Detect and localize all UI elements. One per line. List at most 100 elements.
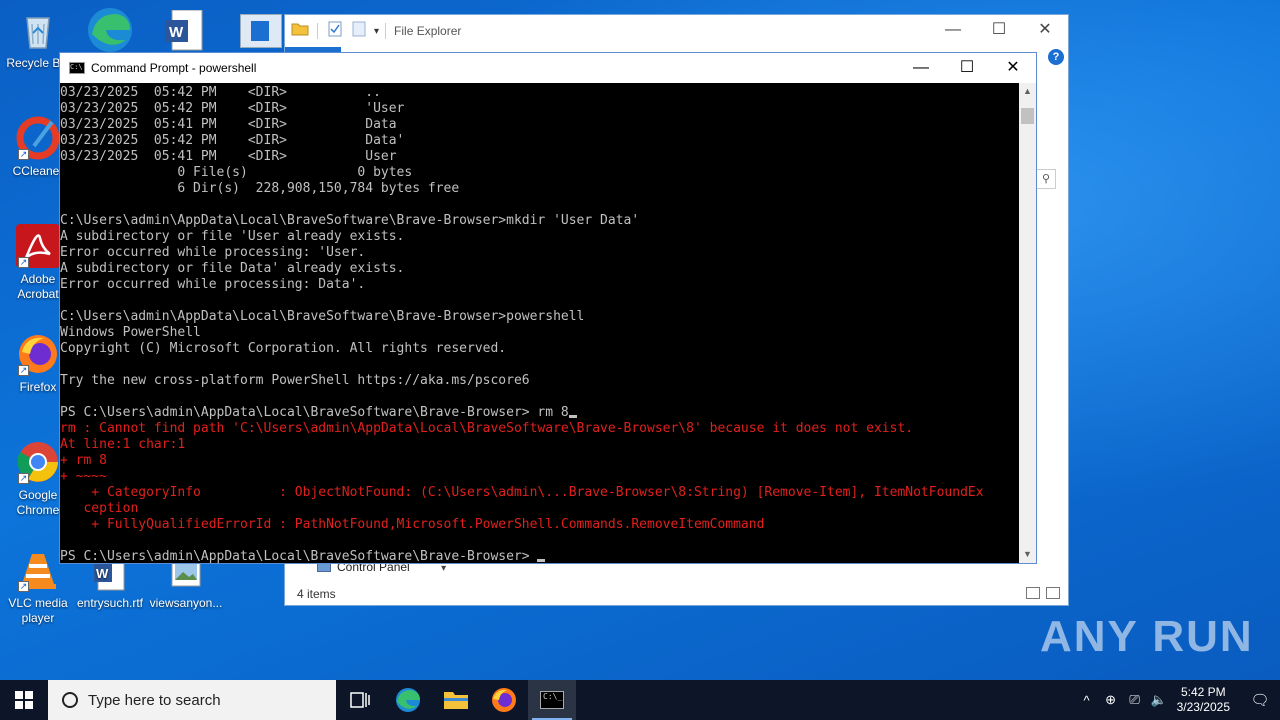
- adobe-acrobat-icon: ↗: [16, 224, 60, 268]
- word-desktop-icon[interactable]: W: [164, 9, 204, 52]
- cmd-minimize-button[interactable]: —: [898, 53, 944, 83]
- desktop-icon-label: entrysuch.rtf: [76, 596, 144, 610]
- console-line-text: PS C:\Users\admin\AppData\Local\BraveSof…: [60, 405, 569, 420]
- chevron-down-icon[interactable]: ▾: [441, 563, 446, 574]
- large-icons-view-icon[interactable]: [1046, 587, 1060, 599]
- console-line: ception: [60, 501, 1020, 517]
- console-line: At line:1 char:1: [60, 437, 1020, 453]
- cmd-title: Command Prompt - powershell: [91, 61, 257, 75]
- console-line-text: PS C:\Users\admin\AppData\Local\BraveSof…: [60, 549, 538, 563]
- start-button[interactable]: [0, 680, 48, 720]
- command-prompt-window[interactable]: C:\ Command Prompt - powershell — ☐ ✕ 03…: [59, 52, 1037, 564]
- console-line-text: Error occurred while processing: Data'.: [60, 277, 366, 292]
- firefox-icon: [492, 688, 516, 712]
- vertical-scrollbar[interactable]: ▲ ▼: [1019, 83, 1036, 563]
- console-line: + ~~~~: [60, 469, 1020, 485]
- console-line: Windows PowerShell: [60, 325, 1020, 341]
- console-line-text: A subdirectory or file Data' already exi…: [60, 261, 405, 276]
- clock[interactable]: 5:42 PM 3/23/2025: [1177, 685, 1230, 715]
- console-line: rm : Cannot find path 'C:\Users\admin\Ap…: [60, 421, 1020, 437]
- console-line-text: + CategoryInfo : ObjectNotFound: (C:\Use…: [60, 485, 984, 500]
- console-line: 03/23/2025 05:42 PM <DIR> ..: [60, 85, 1020, 101]
- console-line: PS C:\Users\admin\AppData\Local\BraveSof…: [60, 549, 1020, 563]
- scroll-up-icon[interactable]: ▲: [1019, 83, 1036, 100]
- cmd-maximize-button[interactable]: ☐: [944, 53, 990, 83]
- console-line-text: 03/23/2025 05:42 PM <DIR> 'User: [60, 101, 405, 116]
- new-folder-icon[interactable]: [352, 21, 372, 41]
- svg-text:W: W: [96, 566, 109, 581]
- console-line-text: 03/23/2025 05:41 PM <DIR> Data: [60, 117, 397, 132]
- console-line: + rm 8: [60, 453, 1020, 469]
- firefox-icon: ↗: [16, 332, 60, 376]
- network-icon[interactable]: ⎚: [1123, 692, 1147, 708]
- taskbar-edge[interactable]: [384, 680, 432, 720]
- desktop-icon-label: viewsanyon...: [149, 596, 223, 610]
- task-view-button[interactable]: [336, 680, 384, 720]
- console-line-text: C:\Users\admin\AppData\Local\BraveSoftwa…: [60, 213, 640, 228]
- console-line: Error occurred while processing: Data'.: [60, 277, 1020, 293]
- edge-desktop-icon[interactable]: [86, 6, 134, 52]
- desktop-icon-label: VLC media player: [8, 596, 68, 625]
- console-line-text: + ~~~~: [60, 469, 107, 484]
- console-output[interactable]: 03/23/2025 05:42 PM <DIR> .. 03/23/2025 0…: [60, 83, 1020, 563]
- desktop-icon-entrysuch[interactable]: W entrysuch.rtf: [72, 556, 148, 611]
- explorer-thumbnail-icon[interactable]: [240, 14, 282, 48]
- minimize-button[interactable]: —: [930, 15, 976, 45]
- search-placeholder: Type here to search: [88, 691, 221, 709]
- taskbar-command-prompt[interactable]: C:\_: [528, 680, 576, 720]
- recycle-bin-icon: [16, 8, 60, 52]
- taskbar-file-explorer[interactable]: [432, 680, 480, 720]
- quick-access-dropdown-icon[interactable]: ▾: [374, 26, 379, 37]
- console-line-text: 03/23/2025 05:42 PM <DIR> Data': [60, 133, 405, 148]
- anyrun-watermark: ANY RUN: [1040, 612, 1254, 661]
- chevron-up-icon[interactable]: ^: [1075, 693, 1099, 708]
- vlc-icon: ↗: [16, 548, 60, 592]
- close-button[interactable]: ✕: [1022, 15, 1068, 45]
- taskbar-search-box[interactable]: Type here to search: [48, 680, 336, 720]
- details-view-icon[interactable]: [1026, 587, 1040, 599]
- search-icon[interactable]: ⚲: [1036, 169, 1056, 189]
- console-line-text: Windows PowerShell: [60, 325, 201, 340]
- explorer-status: 4 items: [297, 587, 336, 601]
- console-line: + FullyQualifiedErrorId : PathNotFound,M…: [60, 517, 1020, 533]
- network-status-icon[interactable]: ⊕: [1099, 692, 1123, 708]
- console-line-text: C:\Users\admin\AppData\Local\BraveSoftwa…: [60, 309, 585, 324]
- console-line: Try the new cross-platform PowerShell ht…: [60, 373, 1020, 389]
- console-line: Copyright (C) Microsoft Corporation. All…: [60, 341, 1020, 357]
- cmd-titlebar[interactable]: C:\ Command Prompt - powershell: [60, 53, 1036, 83]
- console-line: C:\Users\admin\AppData\Local\BraveSoftwa…: [60, 309, 1020, 325]
- explorer-title: File Explorer: [394, 24, 462, 38]
- console-line-text: Try the new cross-platform PowerShell ht…: [60, 373, 530, 388]
- console-line-text: + FullyQualifiedErrorId : PathNotFound,M…: [60, 517, 765, 532]
- cmd-icon: C:\: [69, 62, 85, 74]
- console-line: Error occurred while processing: 'User.: [60, 245, 1020, 261]
- clock-date: 3/23/2025: [1176, 700, 1230, 714]
- volume-icon[interactable]: 🔈: [1147, 692, 1171, 708]
- folder-icon[interactable]: [291, 21, 311, 41]
- console-line: 03/23/2025 05:41 PM <DIR> Data: [60, 117, 1020, 133]
- desktop-icon-viewsanyon[interactable]: viewsanyon...: [148, 556, 224, 611]
- folder-icon: [444, 692, 468, 709]
- shortcut-arrow-icon: ↗: [18, 365, 29, 376]
- console-line-text: ception: [60, 501, 139, 516]
- help-icon[interactable]: ?: [1048, 49, 1064, 65]
- properties-icon[interactable]: [328, 21, 348, 41]
- scroll-thumb[interactable]: [1021, 108, 1034, 124]
- console-line: PS C:\Users\admin\AppData\Local\BraveSof…: [60, 405, 1020, 421]
- task-view-icon: [350, 692, 370, 708]
- console-line: 03/23/2025 05:41 PM <DIR> User: [60, 149, 1020, 165]
- notifications-icon[interactable]: 🗨: [1240, 691, 1280, 709]
- maximize-button[interactable]: ☐: [976, 15, 1022, 45]
- console-line: 03/23/2025 05:42 PM <DIR> 'User: [60, 101, 1020, 117]
- svg-text:W: W: [169, 24, 184, 41]
- scroll-down-icon[interactable]: ▼: [1019, 546, 1036, 563]
- console-line-text: + rm 8: [60, 453, 107, 468]
- console-line-text: rm : Cannot find path 'C:\Users\admin\Ap…: [60, 421, 914, 436]
- taskbar-firefox[interactable]: [480, 680, 528, 720]
- cmd-close-button[interactable]: ✕: [990, 53, 1036, 83]
- shortcut-arrow-icon: ↗: [18, 149, 29, 160]
